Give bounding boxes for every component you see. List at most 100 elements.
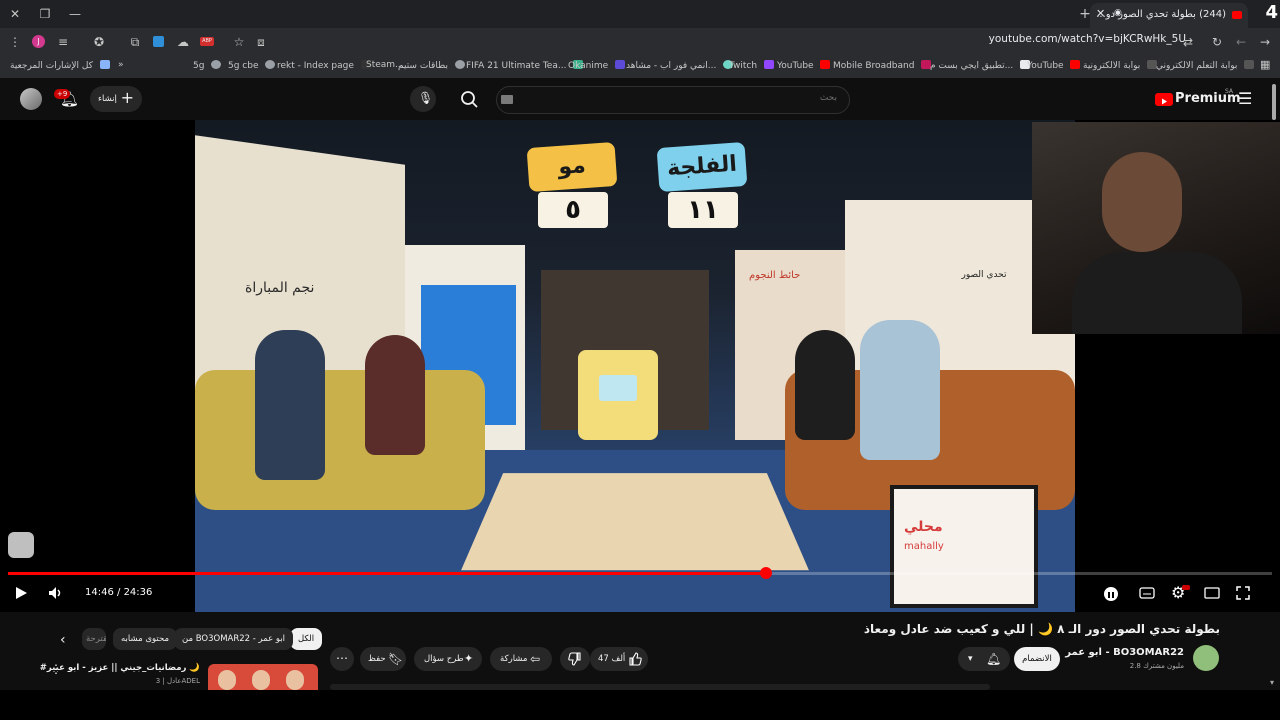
- autoplay-toggle[interactable]: [1104, 587, 1118, 601]
- browser-tab-youtube[interactable]: (244) بطولة تحدي الصور دو... ◉ ✕: [1090, 3, 1248, 28]
- create-button[interactable]: + إنشاء: [90, 86, 142, 112]
- search-icon: [461, 91, 478, 108]
- bookmark-item[interactable]: FIFA 21 Ultimate Tea...: [466, 60, 584, 71]
- play-button[interactable]: [14, 586, 28, 604]
- tab-count-badge[interactable]: 4: [1265, 2, 1278, 23]
- menu-dots-icon[interactable]: ⋮: [4, 28, 26, 56]
- chip-from-channel[interactable]: من BO3OMAR22 - ابو عمر: [174, 628, 294, 650]
- bookmark-item[interactable]: بطاقات ستيم: [398, 60, 465, 71]
- sign-challenge-text: تحدي الصور: [961, 270, 1007, 280]
- recommendation-thumbnail[interactable]: [208, 664, 318, 690]
- time-separator: /: [113, 587, 124, 598]
- all-bookmarks-folder[interactable]: كل الإشارات المرجعية: [10, 60, 110, 71]
- bookmark-item[interactable]: rekt - Index page: [277, 60, 371, 71]
- extension-blue-icon[interactable]: [153, 36, 164, 47]
- guide-menu-icon[interactable]: ☰: [1238, 89, 1252, 108]
- bookmark-item[interactable]: YouTube: [1027, 60, 1081, 71]
- bookmark-label: YouTube: [777, 61, 814, 71]
- extensions-icon[interactable]: ⧉: [124, 28, 146, 56]
- restore-window-icon[interactable]: ❐: [34, 0, 56, 28]
- bookmark-item[interactable]: Twitch: [729, 60, 774, 71]
- page-scrollbar[interactable]: [1272, 84, 1276, 120]
- bookmark-label: Mobile Broadband: [833, 61, 915, 71]
- bookmark-item[interactable]: انمي فور اب - مشاهد...: [626, 60, 734, 71]
- url-text[interactable]: youtube.com/watch?v=bjKCRwHk_5U: [989, 33, 1186, 45]
- chip-more[interactable]: مقترحة: [82, 628, 106, 650]
- sign-star-text: نجم المباراة: [245, 280, 315, 296]
- account-avatar[interactable]: [20, 88, 42, 110]
- chip-all[interactable]: الكل: [290, 628, 323, 650]
- bookmarks-overflow-icon[interactable]: »: [118, 60, 124, 70]
- channel-avatar[interactable]: [1193, 645, 1219, 671]
- chips-scroll-left-icon[interactable]: ‹: [60, 632, 66, 648]
- more-actions-icon[interactable]: ⋯: [330, 647, 354, 671]
- like-count[interactable]: 47 ألف: [598, 647, 625, 671]
- save-label: حفظ: [368, 654, 386, 664]
- recommendation-title[interactable]: #رمضانيات_جيني || عزيز - ابو عبير 🌙: [40, 663, 200, 673]
- bookmark-label: 5g: [193, 61, 205, 71]
- search-button[interactable]: [456, 86, 482, 112]
- bookmark-star-icon[interactable]: ☆: [228, 28, 250, 56]
- bookmark-item[interactable]: YouTube: [777, 60, 831, 71]
- volume-button[interactable]: [48, 586, 64, 604]
- bookmark-item[interactable]: بوابة الالكترونية: [1083, 60, 1158, 71]
- cast-icon[interactable]: ⧈: [250, 28, 272, 56]
- ask-question-button[interactable]: طرح سؤال ✦: [414, 647, 482, 671]
- channel-name[interactable]: ابو عمر - BO3OMAR22: [1065, 647, 1184, 658]
- scroll-down-arrow-icon[interactable]: ▾: [1270, 678, 1274, 687]
- extension-star-icon[interactable]: ✪: [88, 28, 110, 56]
- search-input[interactable]: بحث: [496, 86, 850, 114]
- chevron-down-icon: ▾: [968, 654, 973, 664]
- join-button[interactable]: الانضمام: [1014, 647, 1060, 671]
- recommendation-menu-icon[interactable]: ⋮: [50, 662, 62, 676]
- video-title: بطولة تحدي الصور دور الـ ٨ 🌙 | للي و كعي…: [863, 622, 1220, 636]
- reading-list-icon[interactable]: ≡: [52, 28, 74, 56]
- fullscreen-icon: [1236, 586, 1250, 600]
- adblock-icon[interactable]: ABP: [200, 37, 214, 46]
- notification-count-badge: +9: [54, 89, 71, 99]
- video-frame[interactable]: نجم المباراة حائط النجوم تحدي الصور مو ع…: [195, 120, 1075, 612]
- channel-watermark-icon[interactable]: [8, 532, 34, 558]
- search-placeholder: بحث: [819, 93, 837, 103]
- back-icon[interactable]: →: [1254, 28, 1276, 56]
- person-figure: [795, 330, 855, 440]
- bookmark-label: FIFA 21 Ultimate Tea...: [466, 61, 567, 71]
- tab-audio-icon[interactable]: ◉: [1114, 8, 1122, 18]
- youtube-logo-icon[interactable]: [1155, 93, 1173, 106]
- tab-close-icon[interactable]: ✕: [1096, 7, 1105, 20]
- apps-grid-icon[interactable]: ▦: [1260, 58, 1270, 71]
- video-progress-bar[interactable]: [8, 567, 1272, 579]
- fullscreen-button[interactable]: [1236, 586, 1250, 604]
- recommendation-channel[interactable]: عادل | 3ADEL: [156, 677, 200, 685]
- bookmark-item[interactable]: تطبيق ايجي بست م...: [930, 60, 1031, 71]
- reload-icon[interactable]: ↻: [1206, 28, 1228, 56]
- bookmark-item[interactable]: Mobile Broadband: [833, 60, 932, 71]
- bookmark-item[interactable]: 5g cbe: [228, 60, 276, 71]
- bookmark-item[interactable]: 5g: [193, 60, 222, 71]
- like-button[interactable]: [628, 651, 642, 670]
- share-button[interactable]: مشاركة ⇦: [490, 647, 552, 671]
- save-button[interactable]: حفظ 🔖︎: [360, 647, 406, 671]
- close-window-icon[interactable]: ✕: [4, 0, 26, 28]
- forward-icon[interactable]: ←: [1230, 28, 1252, 56]
- subscribed-button[interactable]: 🔔︎ ▾: [958, 647, 1010, 671]
- dislike-button[interactable]: [560, 647, 590, 671]
- profile-avatar-icon[interactable]: J: [32, 35, 45, 48]
- bookmark-label: YouTube: [1027, 61, 1064, 71]
- theater-mode-button[interactable]: [1204, 586, 1220, 604]
- bookmark-label: rekt - Index page: [277, 61, 354, 71]
- subtitles-icon: [1139, 587, 1155, 599]
- voice-search-button[interactable]: 🎙︎: [410, 86, 436, 112]
- keyboard-icon[interactable]: [501, 95, 513, 104]
- minimize-window-icon[interactable]: —: [64, 0, 86, 28]
- extension-cloud-icon[interactable]: ☁: [172, 28, 194, 56]
- site-settings-icon[interactable]: ⇄: [1177, 28, 1199, 56]
- chip-related[interactable]: محتوى مشابه: [113, 628, 177, 650]
- thumbnail-face: [286, 670, 304, 690]
- okanime-icon: [615, 60, 626, 69]
- bookmark-item[interactable]: Okanime: [568, 60, 626, 71]
- volume-icon: [49, 587, 61, 599]
- subtitles-button[interactable]: [1139, 586, 1155, 604]
- bookmark-item[interactable]: بوابة التعلم الالكتروني: [1156, 60, 1255, 71]
- microphone-icon: 🎙︎: [418, 91, 434, 105]
